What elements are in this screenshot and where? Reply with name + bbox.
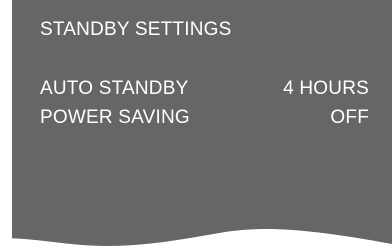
standby-settings-screen: STANDBY SETTINGS AUTO STANDBY 4 HOURS PO… <box>0 0 392 251</box>
auto-standby-setting[interactable]: AUTO STANDBY 4 HOURS <box>40 77 369 101</box>
auto-standby-value: 4 HOURS <box>283 78 369 99</box>
white-wave-shape <box>0 229 392 251</box>
power-saving-value: OFF <box>330 107 369 128</box>
menu-title: STANDBY SETTINGS <box>40 19 232 40</box>
power-saving-label: POWER SAVING <box>40 107 190 128</box>
power-saving-setting[interactable]: POWER SAVING OFF <box>40 106 369 130</box>
auto-standby-label: AUTO STANDBY <box>40 78 189 99</box>
